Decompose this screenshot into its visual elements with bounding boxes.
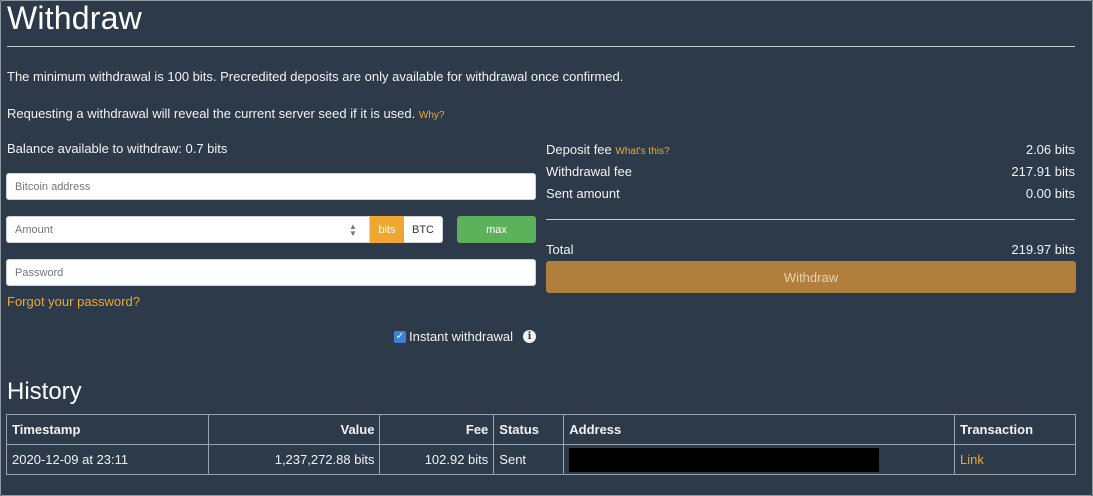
forgot-password-link[interactable]: Forgot your password? [7, 294, 140, 309]
total-label: Total [546, 242, 574, 257]
row-address [563, 444, 956, 475]
balance-label: Balance available to withdraw: 0.7 bits [7, 141, 228, 156]
withdrawal-fee-label: Withdrawal fee [546, 164, 632, 179]
unit-btc-button[interactable]: BTC [404, 216, 443, 243]
history-title: History [7, 378, 82, 405]
deposit-fee-label: Deposit fee [546, 142, 612, 157]
why-link[interactable]: Why? [419, 110, 445, 121]
minimum-notice: The minimum withdrawal is 100 bits. Prec… [7, 69, 624, 84]
max-button[interactable]: max [457, 216, 536, 243]
col-timestamp: Timestamp [6, 414, 209, 445]
server-seed-notice: Requesting a withdrawal will reveal the … [7, 106, 444, 121]
number-spinner-icon[interactable]: ▲ ▼ [348, 223, 358, 238]
history-table: Timestamp Value Fee Status Address Trans… [6, 414, 1076, 475]
row-transaction-link[interactable]: Link [954, 444, 1076, 475]
col-status: Status [493, 414, 565, 445]
sent-amount-label: Sent amount [546, 186, 620, 201]
sent-amount-value: 0.00 bits [1025, 186, 1075, 201]
col-transaction: Transaction [954, 414, 1076, 445]
unit-bits-button[interactable]: bits [370, 216, 404, 243]
total-value: 219.97 bits [1011, 242, 1075, 257]
row-value: 1,237,272.88 bits [207, 444, 381, 475]
col-value: Value [207, 414, 381, 445]
whats-this-link[interactable]: What's this? [615, 146, 669, 157]
row-timestamp: 2020-12-09 at 23:11 [6, 444, 209, 475]
instant-withdrawal-checkbox[interactable]: ✓ [394, 331, 406, 343]
checkbox-checked-icon: ✓ [395, 331, 405, 342]
password-input[interactable] [6, 259, 536, 286]
row-fee: 102.92 bits [379, 444, 495, 475]
deposit-fee-row: Deposit fee What's this? [546, 142, 670, 157]
col-fee: Fee [379, 414, 495, 445]
amount-input[interactable] [6, 216, 370, 243]
server-seed-text: Requesting a withdrawal will reveal the … [7, 106, 416, 121]
bitcoin-address-input[interactable] [6, 173, 536, 200]
info-icon[interactable]: i [523, 330, 536, 343]
title-divider [7, 46, 1075, 47]
history-header-row: Timestamp Value Fee Status Address Trans… [6, 414, 1076, 445]
row-status: Sent [493, 444, 565, 475]
withdrawal-fee-value: 217.91 bits [1011, 164, 1075, 179]
deposit-fee-value: 2.06 bits [1025, 142, 1075, 157]
withdraw-button[interactable]: Withdraw [546, 261, 1076, 293]
redacted-address [569, 447, 880, 472]
table-row: 2020-12-09 at 23:11 1,237,272.88 bits 10… [6, 444, 1076, 475]
col-address: Address [563, 414, 956, 445]
page-title: Withdraw [7, 0, 142, 36]
instant-withdrawal-label: Instant withdrawal [409, 329, 514, 344]
summary-divider [546, 219, 1075, 220]
